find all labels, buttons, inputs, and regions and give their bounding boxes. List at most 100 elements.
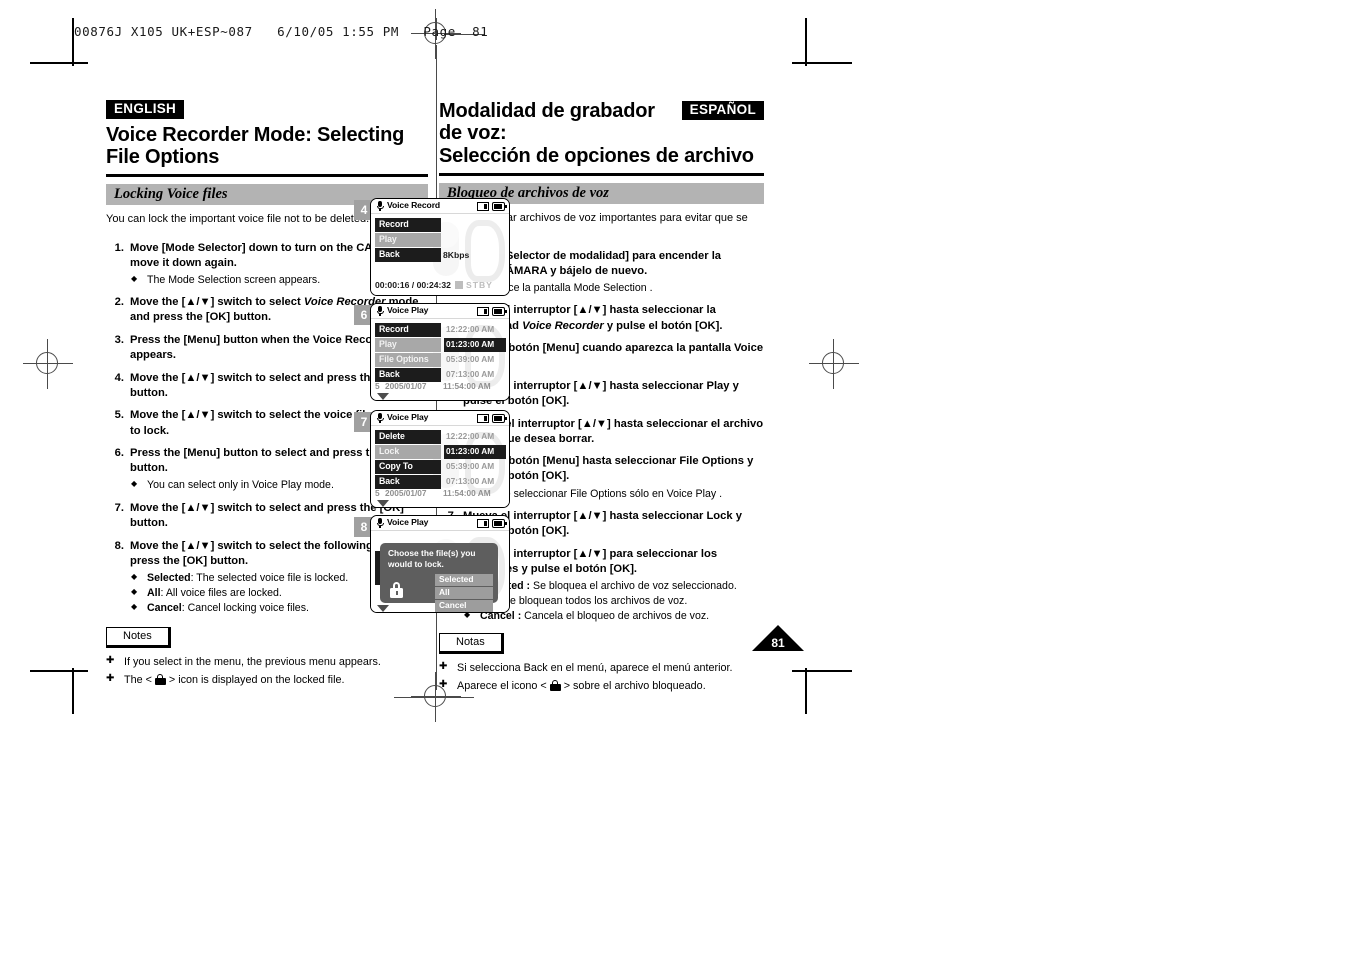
lcd-titlebar: Voice Record: [371, 199, 509, 214]
lcd-menu-item[interactable]: Delete: [375, 430, 441, 444]
spanish-notes-label: Notas: [439, 632, 504, 654]
lcd-title-text: Voice Play: [387, 412, 429, 422]
stop-indicator-icon: [454, 281, 463, 289]
dialog-option[interactable]: Selected: [435, 574, 493, 586]
lcd-title-text: Voice Play: [387, 517, 429, 527]
lcd-menu-item[interactable]: Lock: [375, 445, 441, 459]
lcd-body: Record Play Back 8Kbps 00:00:16 / 00:24:32 ST…: [371, 214, 509, 295]
scroll-down-arrow[interactable]: [377, 393, 389, 400]
lcd-title-text: Voice Play: [387, 305, 429, 315]
microphone-icon: [376, 306, 384, 316]
file-time: 01:23:00 AM: [444, 445, 506, 459]
english-notes-block: Notes If you select in the menu, the pre…: [106, 626, 428, 688]
spanish-title-row: Modalidad de grabador de voz: ESPAÑOL: [439, 100, 764, 145]
lcd-body: Choose the file(s) you would to lock. Sel…: [371, 531, 509, 612]
dialog-options: Selected All Cancel: [435, 574, 493, 612]
lcd-screen: Voice Play Delete Lock Copy To Back 12:22:00 …: [370, 410, 510, 508]
lock-icon: [549, 680, 561, 692]
lcd-menu-item[interactable]: Copy To: [375, 460, 441, 474]
page-number-text: 81: [771, 636, 785, 650]
memory-card-icon: [477, 201, 489, 211]
lock-icon: [154, 674, 166, 686]
screen-panel: 7 Voice Play Delete Lock Copy To Back 12:22:00…: [354, 410, 514, 510]
lcd-menu-list: Record Play Back: [375, 218, 441, 263]
microphone-icon: [376, 518, 384, 528]
microphone-icon: [376, 201, 384, 211]
crop-mark-bottom-left-v: [72, 668, 74, 714]
file-time: 05:39:00 AM: [446, 461, 495, 471]
lcd-body: Record Play File Options Back 12:22:00 AM 01:…: [371, 319, 509, 400]
battery-icon: [492, 413, 507, 423]
screen-panel: 8 Voice Play Choose the file(s) you would …: [354, 515, 514, 615]
step-number: 8.: [114, 539, 124, 552]
dialog-message: Choose the file(s) you would to lock.: [388, 548, 476, 569]
memory-card-icon: [477, 413, 489, 423]
lcd-titlebar: Voice Play: [371, 411, 509, 426]
lcd-menu-item[interactable]: File Options: [375, 353, 441, 367]
crop-mark-top-left-h: [30, 62, 88, 64]
lcd-menu-list: Record Play File Options Back: [375, 323, 441, 383]
microphone-icon: [376, 413, 384, 423]
print-job-slug: 00876J X105 UK+ESP~087 6/10/05 1:55 PM P…: [74, 24, 489, 39]
scroll-down-arrow[interactable]: [377, 500, 389, 507]
bitrate-label: 8Kbps: [443, 250, 470, 260]
recording-time: 00:00:16 / 00:24:32: [375, 280, 451, 290]
standby-label: STBY: [465, 280, 493, 290]
screen-panel: 4 Voice Record Record Play Back 8Kbps 00:00:16…: [354, 198, 514, 298]
lcd-body: Delete Lock Copy To Back 12:22:00 AM 01:23:00…: [371, 426, 509, 507]
file-time: 11:54:00 AM: [443, 488, 491, 498]
scroll-down-arrow[interactable]: [377, 605, 389, 612]
note-item: Aparece el icono < > sobre el archivo bl…: [439, 678, 764, 694]
crop-mark-top-right-h: [792, 62, 852, 64]
note-item: If you select in the menu, the previous …: [106, 654, 428, 670]
lcd-menu-list: Delete Lock Copy To Back: [375, 430, 441, 490]
spanish-notes-block: Notas Si selecciona Back en el menú, apa…: [439, 632, 764, 694]
lcd-menu-item[interactable]: Record: [375, 218, 441, 232]
lcd-screen: Voice Play Record Play File Options Back 12:2…: [370, 303, 510, 401]
memory-card-icon: [477, 306, 489, 316]
step-number: 4.: [114, 371, 124, 384]
lcd-menu-item[interactable]: Back: [375, 368, 441, 382]
memory-card-icon: [477, 518, 489, 528]
crop-mark-bottom-right-h: [792, 670, 852, 672]
dialog-option[interactable]: Cancel: [435, 600, 493, 612]
english-notes-label: Notes: [106, 626, 171, 648]
lcd-menu-item[interactable]: Play: [375, 338, 441, 352]
recording-status-bar: 00:00:16 / 00:24:32 STBY: [375, 280, 507, 293]
lock-dialog: Choose the file(s) you would to lock. Sel…: [380, 543, 498, 612]
spanish-title-rule: [439, 173, 764, 177]
dialog-option[interactable]: All: [435, 587, 493, 599]
registration-mark-left: [23, 339, 73, 389]
english-language-tag: ENGLISH: [106, 100, 185, 119]
lcd-menu-item[interactable]: Play: [375, 233, 441, 247]
crop-mark-bottom-right-v: [805, 668, 807, 714]
battery-icon: [492, 518, 507, 528]
battery-icon: [492, 201, 507, 211]
spanish-language-tag: ESPAÑOL: [681, 101, 764, 120]
registration-mark-right: [809, 339, 859, 389]
file-time: 11:54:00 AM: [443, 381, 491, 391]
spanish-notes-list: Si selecciona Back en el menú, aparece e…: [439, 660, 764, 694]
screen-panel: 6 Voice Play Record Play File Options Back 12:…: [354, 303, 514, 403]
crop-mark-bottom-left-h: [30, 670, 88, 672]
lcd-titlebar: Voice Play: [371, 516, 509, 531]
file-time-list: 12:22:00 AM 01:23:00 AM 05:39:00 AM 07:13:0…: [444, 323, 506, 383]
lcd-menu-item[interactable]: Back: [375, 475, 441, 489]
spanish-page-title-line1: Modalidad de grabador de voz:: [439, 100, 655, 145]
lcd-screen: Voice Record Record Play Back 8Kbps 00:00:16 …: [370, 198, 510, 296]
crop-mark-top-right-v: [805, 18, 807, 66]
file-time-list: 12:22:00 AM 01:23:00 AM 05:39:00 AM 07:13:0…: [444, 430, 506, 490]
step-number: 1.: [114, 241, 124, 254]
file-time: 01:23:00 AM: [444, 338, 506, 352]
lock-icon: [390, 582, 403, 598]
lcd-menu-item[interactable]: Back: [375, 248, 441, 262]
lcd-screen: Voice Play Choose the file(s) you would t…: [370, 515, 510, 613]
battery-icon: [492, 306, 507, 316]
step-number: 6.: [114, 447, 124, 460]
file-time: 12:22:00 AM: [446, 324, 495, 334]
lcd-menu-item[interactable]: Record: [375, 323, 441, 337]
note-item: The < > icon is displayed on the locked …: [106, 672, 428, 688]
step-number: 3.: [114, 333, 124, 346]
step-number: 5.: [114, 409, 124, 422]
lcd-titlebar: Voice Play: [371, 304, 509, 319]
